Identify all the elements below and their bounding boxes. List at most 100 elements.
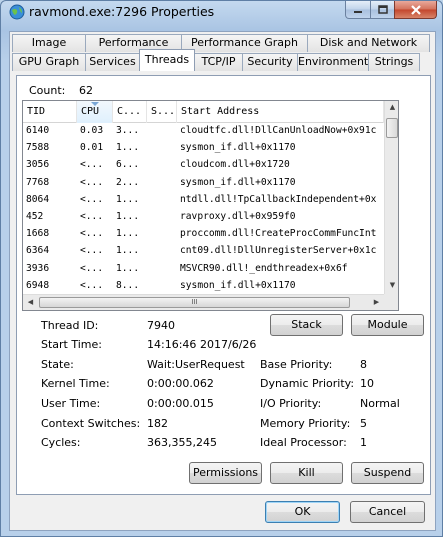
count-label: Count: [29, 84, 66, 97]
kill-button[interactable]: Kill [270, 462, 343, 484]
cancel-button[interactable]: Cancel [350, 501, 425, 523]
cell-cycles: 3... [116, 125, 140, 136]
cell-cycles: 2... [116, 176, 140, 188]
list-rows: 6140 0.03 3... cloudtfc.dll!DllCanUnloadNow… [23, 123, 384, 295]
cell-start-address: sysmon_if.dll+0x1170 [180, 176, 296, 188]
io-priority-label: I/O Priority: [260, 397, 322, 410]
kernel-time-value: 0:00:00.062 [147, 377, 214, 390]
column-header-start-address[interactable]: Start Address [177, 101, 384, 123]
column-header-cycles[interactable]: C... [113, 101, 147, 123]
sort-descending-icon [91, 102, 99, 106]
io-priority-value: Normal [360, 397, 400, 410]
cycles-label: Cycles: [41, 436, 81, 449]
cell-cpu: <... [80, 176, 104, 188]
horizontal-scrollbar[interactable]: ◀ III ▶ [23, 294, 384, 310]
cell-start-address: cnt09.dll!DllUnregisterServer+0x1c [180, 245, 377, 257]
scroll-corner [384, 294, 398, 310]
context-switches-value: 182 [147, 417, 168, 430]
cell-tid: 3936 [26, 262, 50, 274]
threads-list[interactable]: TID CPU C... S... Start Address 6140 0.03… [22, 100, 399, 311]
scroll-left-icon[interactable]: ◀ [23, 298, 38, 306]
column-header-cpu[interactable]: CPU [77, 101, 113, 123]
cell-start-address: sysmon_if.dll+0x1170 [180, 279, 296, 291]
table-row[interactable]: 7768 <... 2... sysmon_if.dll+0x1170 [23, 175, 384, 192]
tab-environment[interactable]: Environment [297, 53, 369, 71]
tab-strings[interactable]: Strings [368, 53, 420, 71]
table-row[interactable]: 7588 0.01 1... sysmon_if.dll+0x1170 [23, 140, 384, 157]
permissions-button[interactable]: Permissions [189, 462, 262, 484]
cell-tid: 8064 [26, 193, 50, 205]
tab-threads[interactable]: Threads [139, 49, 195, 71]
tab-image[interactable]: Image [12, 34, 86, 52]
maximize-icon [377, 5, 388, 14]
title-bar[interactable]: ravmond.exe:7296 Properties [1, 1, 442, 23]
cell-start-address: cloudcom.dll+0x1720 [180, 159, 290, 171]
cell-cpu: <... [80, 245, 104, 257]
table-row[interactable]: 3056 <... 6... cloudcom.dll+0x1720 [23, 157, 384, 174]
column-header-suspend[interactable]: S... [147, 101, 177, 123]
vertical-scroll-thumb[interactable] [386, 118, 398, 138]
tab-security[interactable]: Security [242, 53, 298, 71]
base-priority-label: Base Priority: [260, 358, 333, 371]
user-time-label: User Time: [41, 397, 101, 410]
thread-id-value: 7940 [147, 319, 175, 332]
suspend-button[interactable]: Suspend [351, 462, 424, 484]
cell-start-address: proccomm.dll!CreateProcCommFuncInt [180, 228, 377, 240]
memory-priority-value: 5 [360, 417, 367, 430]
tab-tcpip[interactable]: TCP/IP [194, 53, 243, 71]
cell-cycles: 1... [116, 245, 140, 257]
cell-cpu: <... [80, 228, 104, 240]
stack-button[interactable]: Stack [270, 314, 343, 336]
module-button[interactable]: Module [351, 314, 424, 336]
scroll-up-icon[interactable]: ▲ [385, 103, 398, 111]
ok-button[interactable]: OK [265, 501, 340, 523]
cell-cpu: <... [80, 279, 104, 291]
minimize-button[interactable] [345, 1, 371, 19]
memory-priority-label: Memory Priority: [260, 417, 351, 430]
user-time-value: 0:00:00.015 [147, 397, 214, 410]
state-value: Wait:UserRequest [147, 358, 245, 371]
horizontal-scroll-thumb[interactable]: III [39, 297, 350, 308]
cell-tid: 6948 [26, 279, 50, 291]
list-header: TID CPU C... S... Start Address [23, 101, 384, 123]
cell-cycles: 1... [116, 262, 140, 274]
vertical-scrollbar[interactable]: ▲ ▼ [384, 101, 398, 294]
scroll-right-icon[interactable]: ▶ [369, 298, 384, 306]
tab-gpu-graph[interactable]: GPU Graph [12, 53, 86, 71]
tab-performance-graph[interactable]: Performance Graph [181, 34, 308, 52]
cell-tid: 7768 [26, 176, 50, 188]
table-row[interactable]: 6364 <... 1... cnt09.dll!DllUnregisterServe… [23, 243, 384, 260]
tab-row-2: GPU Graph Services Threads TCP/IP Securi… [12, 49, 420, 71]
table-row[interactable]: 1668 <... 1... proccomm.dll!CreateProcCommF… [23, 226, 384, 243]
maximize-button[interactable] [370, 1, 395, 19]
cell-cpu: 0.03 [80, 125, 104, 136]
column-header-tid[interactable]: TID [23, 101, 77, 123]
cell-cycles: 1... [116, 193, 140, 205]
kernel-time-label: Kernel Time: [41, 377, 110, 390]
table-row[interactable]: 6140 0.03 3... cloudtfc.dll!DllCanUnloadNow… [23, 123, 384, 140]
cell-tid: 6140 [26, 125, 50, 136]
cycles-value: 363,355,245 [147, 436, 217, 449]
table-row[interactable]: 452 <... 1... ravproxy.dll+0x959f0 [23, 209, 384, 226]
cell-cpu: 0.01 [80, 142, 104, 154]
close-icon [410, 4, 421, 15]
ideal-processor-label: Ideal Processor: [260, 436, 347, 449]
tab-row-1: Image Performance Performance Graph Disk… [12, 34, 430, 52]
close-button[interactable] [394, 1, 437, 19]
dynamic-priority-value: 10 [360, 377, 374, 390]
cell-cycles: 1... [116, 228, 140, 240]
base-priority-value: 8 [360, 358, 367, 371]
cell-cpu: <... [80, 210, 104, 222]
table-row[interactable]: 8064 <... 1... ntdll.dll!TpCallbackIndepend… [23, 192, 384, 209]
scroll-down-icon[interactable]: ▼ [385, 281, 398, 289]
table-row[interactable]: 6948 <... 8... sysmon_if.dll+0x1170 [23, 278, 384, 295]
ideal-processor-value: 1 [360, 436, 367, 449]
tab-disk-and-network[interactable]: Disk and Network [307, 34, 430, 52]
cell-tid: 3056 [26, 159, 50, 171]
start-time-label: Start Time: [41, 338, 102, 351]
table-row[interactable]: 3936 <... 1... MSVCR90.dll!_endthreadex+0x6… [23, 261, 384, 278]
cell-cycles: 6... [116, 159, 140, 171]
minimize-icon [354, 10, 362, 13]
cell-cycles: 1... [116, 210, 140, 222]
tab-services[interactable]: Services [85, 53, 140, 71]
